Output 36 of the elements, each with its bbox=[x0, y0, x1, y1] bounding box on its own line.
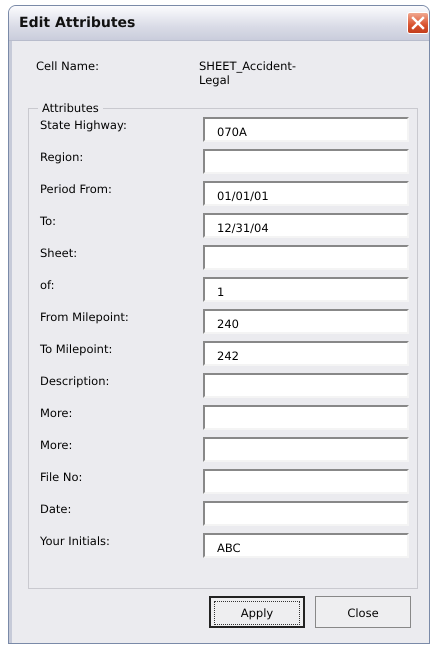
field-label: of: bbox=[40, 277, 56, 292]
dialog-button[interactable]: Close bbox=[315, 596, 411, 628]
input-field[interactable]: 1 bbox=[203, 277, 409, 302]
close-button[interactable] bbox=[407, 12, 429, 34]
input-field[interactable] bbox=[203, 149, 409, 174]
input-field[interactable]: 01/01/01 bbox=[203, 181, 409, 206]
field-label: From Milepoint: bbox=[40, 309, 130, 324]
field-label: Your Initials: bbox=[40, 533, 111, 548]
field-label: State Highway: bbox=[40, 117, 128, 132]
field-label: Period From: bbox=[40, 181, 113, 196]
close-icon bbox=[411, 16, 425, 30]
input-field[interactable] bbox=[203, 245, 409, 270]
input-field[interactable]: 070A bbox=[203, 117, 409, 142]
field-label: Region: bbox=[40, 149, 84, 164]
field-label: Date: bbox=[40, 501, 72, 516]
dialog-button[interactable]: Apply bbox=[209, 596, 305, 628]
field-label: To: bbox=[40, 213, 57, 228]
field-label: To Milepoint: bbox=[40, 341, 114, 356]
input-field[interactable]: 12/31/04 bbox=[203, 213, 409, 238]
group-legend: Attributes bbox=[38, 101, 103, 115]
field-label: More: bbox=[40, 437, 74, 452]
window-title: Edit Attributes bbox=[19, 15, 136, 31]
input-field[interactable]: 242 bbox=[203, 341, 409, 366]
cell-name-label: Cell Name: bbox=[36, 59, 100, 75]
input-field[interactable]: 240 bbox=[203, 309, 409, 334]
input-field[interactable] bbox=[203, 373, 409, 398]
input-field[interactable]: ABC bbox=[203, 533, 409, 558]
field-label: More: bbox=[40, 405, 74, 420]
input-field[interactable] bbox=[203, 437, 409, 462]
cell-name-value: SHEET_Accident-Legal bbox=[199, 59, 298, 89]
input-field[interactable] bbox=[203, 405, 409, 430]
field-label: Sheet: bbox=[40, 245, 78, 260]
field-label: File No: bbox=[40, 469, 84, 484]
input-field[interactable] bbox=[203, 501, 409, 526]
field-label: Description: bbox=[40, 373, 110, 388]
input-field[interactable] bbox=[203, 469, 409, 494]
